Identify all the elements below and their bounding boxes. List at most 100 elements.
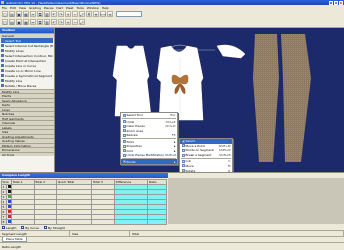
size-color-swatch [7, 195, 11, 198]
notch-icon[interactable]: ▥ [44, 19, 50, 25]
cut-icon [181, 159, 185, 163]
option-checkbox[interactable] [44, 226, 47, 229]
sidebar-item-label: Select Intersection Contour, Mirrored Sh… [5, 53, 53, 58]
close-button[interactable]: × [339, 0, 343, 5]
sidebar-item-rotate-move-pieces[interactable]: Rotate / Move Pieces [1, 83, 53, 88]
undo-icon[interactable]: ↶ [51, 11, 57, 17]
menu-item-label: Move [185, 163, 194, 168]
dart-icon[interactable]: ↶ [51, 19, 57, 25]
app-logo-icon [1, 1, 4, 4]
sidebar-item-select-internal-cut-rectangle-mirror[interactable]: Select Internal Cut Rectangle (Mirror) [1, 43, 53, 48]
option-length[interactable]: Length [2, 226, 16, 230]
drawing-canvas[interactable]: Select Tool Esc Undo Ctrl+Z Clear Pieces Ctrl… [55, 28, 344, 172]
menu-item-shortcut: Ctrl+Z [165, 119, 176, 124]
new-icon[interactable]: ▢ [2, 11, 8, 17]
redraw-icon [122, 133, 126, 137]
option-by-curve[interactable]: By Curve [21, 226, 39, 230]
sidebar-section-all-tools[interactable]: All Tools [0, 151, 54, 157]
menu-item-move-a-point[interactable]: Move a Point Shift+M [180, 144, 232, 149]
size-select[interactable] [116, 11, 142, 17]
sidebar-item-create-a-symmetrical-segment[interactable]: Create a Symmetrical Segment [1, 73, 53, 78]
redo-icon[interactable]: ↷ [58, 11, 64, 17]
tool-icon [1, 84, 4, 87]
select-icon [181, 139, 185, 143]
move-icon[interactable]: ⤢ [79, 19, 85, 25]
compare-length-title: Compare Length [0, 173, 168, 178]
menu-item-shortcut: F5 [171, 133, 176, 138]
sidebar-item-label: Create a Symmetrical Segment [5, 73, 53, 78]
option-by-straight[interactable]: By Straight [44, 226, 65, 230]
option-checkbox[interactable] [21, 226, 25, 229]
sidebar-item-select-intersection-contour-mirrored-shape[interactable]: Select Intersection Contour, Mirrored Sh… [1, 53, 53, 58]
points-on-segment-icon [181, 148, 185, 152]
line-icon[interactable]: ▣ [16, 19, 22, 25]
menu-item-label: Select [185, 139, 195, 144]
menu-dart[interactable]: Dart [56, 6, 63, 10]
menu-item-points[interactable]: Points ▸ [121, 159, 177, 164]
pleat-icon[interactable]: ↷ [58, 19, 64, 25]
menu-item-select[interactable]: Select S [180, 139, 232, 144]
menu-help[interactable]: Help [102, 6, 109, 10]
menu-grading[interactable]: Grading [29, 6, 41, 10]
table-cell[interactable] [56, 219, 93, 225]
measure-icon[interactable]: ⟷ [100, 11, 106, 17]
table-cell[interactable] [114, 219, 149, 225]
menu-item-cut[interactable]: Cut C [180, 159, 232, 164]
menu-tools[interactable]: Tools [76, 6, 83, 10]
tool-icon [1, 74, 4, 77]
menu-item-label: Cut [185, 159, 191, 164]
mirror-icon[interactable]: + [65, 19, 71, 25]
paste-icon[interactable]: ▥ [44, 11, 50, 17]
table-row[interactable]: 8 [1, 219, 167, 225]
fit-icon[interactable]: ⤢ [79, 11, 85, 17]
table-cell[interactable] [11, 219, 35, 225]
menu-item-break-a-segment[interactable]: Break a Segment Shift+B [180, 153, 232, 158]
layer-icon[interactable]: ≡ [107, 11, 113, 17]
menu-pleat[interactable]: Pleat [66, 6, 74, 10]
table-cell[interactable] [147, 219, 167, 225]
rotate-icon[interactable]: − [72, 19, 78, 25]
menu-item-move[interactable]: Move M [180, 164, 232, 169]
compare-length-preview [168, 178, 344, 224]
table-cell[interactable] [33, 219, 58, 225]
zoom-out-icon[interactable]: − [72, 11, 78, 17]
tools-icon [122, 140, 126, 144]
menu-item-tools[interactable]: Tools ▸ [121, 139, 177, 144]
menu-item-select-tool[interactable]: Select Tool Esc [121, 113, 177, 118]
rect-icon[interactable]: ⧉ [37, 19, 43, 25]
cut-icon[interactable]: ✂ [30, 11, 36, 17]
menu-item-properties[interactable]: Properties ▸ [121, 144, 177, 149]
grid-icon[interactable]: # [86, 11, 92, 17]
save-icon[interactable]: ▣ [16, 11, 22, 17]
minimize-button[interactable]: _ [329, 0, 333, 5]
toolbar-row-tools: ▢ ▤ ▣ ▦ ✂ ⧉ ▥ ↶ ↷ + − ⤢ [2, 19, 85, 26]
menu-pieces[interactable]: Pieces [44, 6, 53, 10]
table-cell[interactable] [91, 219, 116, 225]
tool-icon [1, 54, 4, 57]
snap-icon[interactable]: ⌖ [93, 11, 99, 17]
copy-icon[interactable]: ⧉ [37, 11, 43, 17]
tool-icon [1, 64, 4, 67]
open-icon[interactable]: ▤ [9, 11, 15, 17]
menu-item-grid[interactable]: Grid ▸ [121, 149, 177, 154]
menu-item-undo-pieces-modification[interactable]: Undo Pieces Modification Shift+R [121, 153, 177, 158]
print-icon[interactable]: ▦ [23, 11, 29, 17]
menu-item-points-on-segment[interactable]: Points on Segment Shift+N [180, 148, 232, 153]
option-checkbox[interactable] [2, 226, 5, 229]
menu-item-clear-pieces[interactable]: Clear Pieces Ctrl+D [121, 124, 177, 129]
menu-edit[interactable]: Edit [10, 6, 16, 10]
point-icon[interactable]: ▤ [9, 19, 15, 25]
curve-icon[interactable]: ▦ [23, 19, 29, 25]
zoom-in-icon[interactable]: + [65, 11, 71, 17]
menu-item-zoom-area[interactable]: Zoom Area [121, 128, 177, 133]
menu-item-redraw[interactable]: Redraw F5 [121, 133, 177, 138]
menu-item-undo[interactable]: Undo Ctrl+Z [121, 119, 177, 124]
circle-icon[interactable]: ✂ [30, 19, 36, 25]
points-icon [122, 160, 126, 164]
maximize-button[interactable]: □ [334, 0, 338, 5]
select-icon[interactable]: ▢ [2, 19, 8, 25]
sidebar-item-create-point-at-intersection[interactable]: Create Point at Intersection [1, 58, 53, 63]
menu-window[interactable]: Window [87, 6, 99, 10]
menu-file[interactable]: File [2, 6, 7, 10]
menu-view[interactable]: View [19, 6, 26, 10]
